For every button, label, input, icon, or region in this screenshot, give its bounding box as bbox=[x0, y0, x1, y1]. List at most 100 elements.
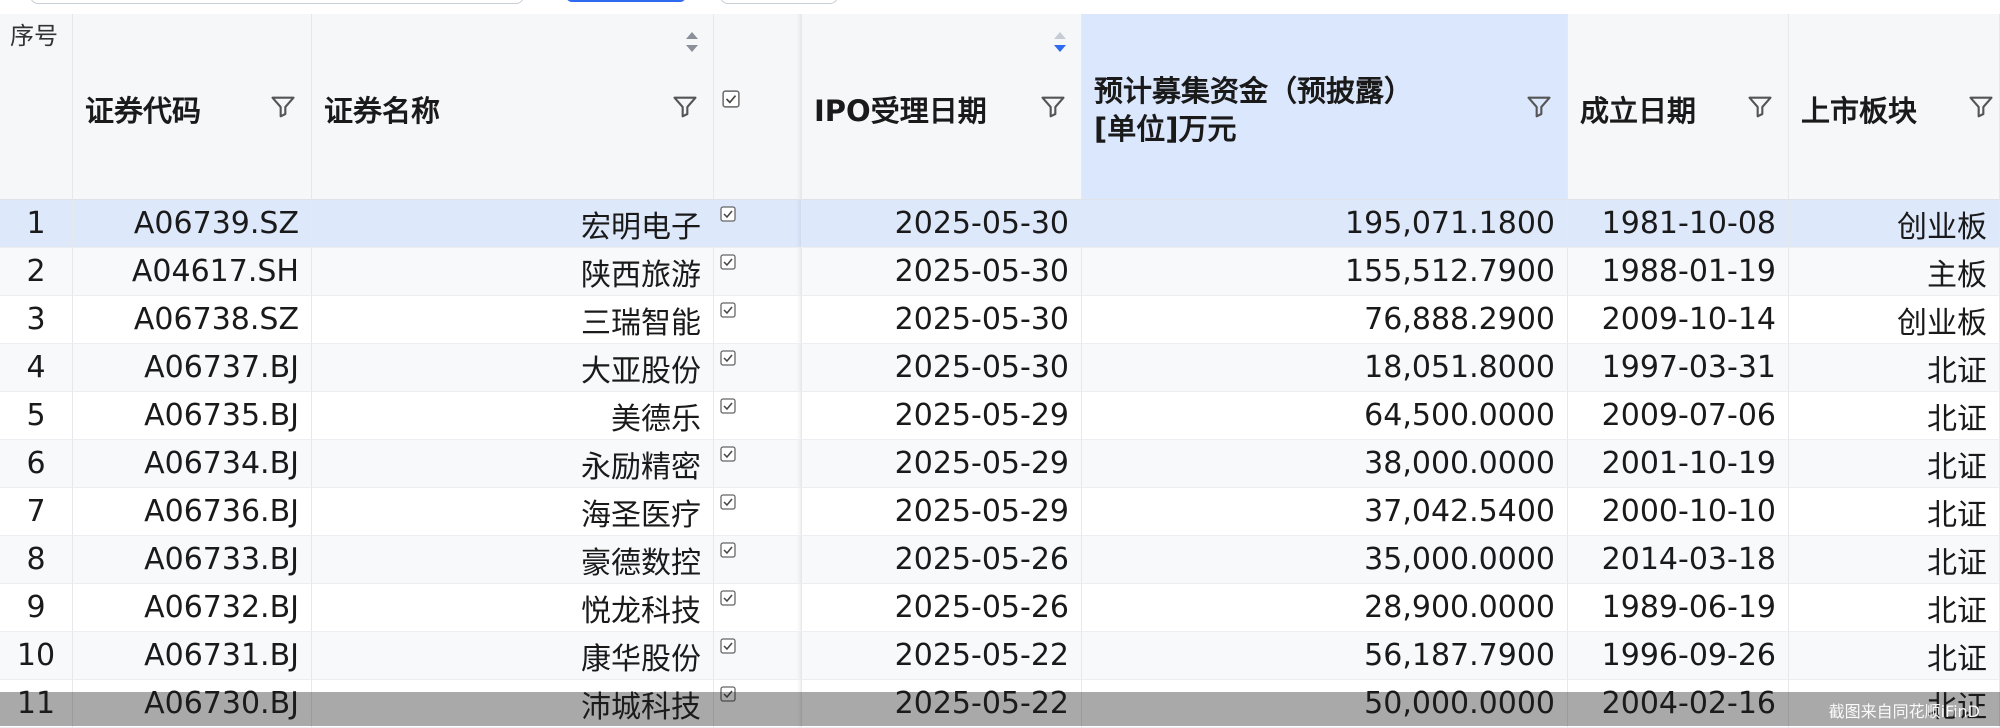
cell-ipo-date[interactable]: 2025-05-29 bbox=[802, 392, 1082, 440]
cell-code[interactable]: A06739.SZ bbox=[73, 200, 312, 248]
cell-ipo-date[interactable]: 2025-05-30 bbox=[802, 248, 1082, 296]
secondary-button-partial[interactable] bbox=[720, 0, 838, 4]
cell-name[interactable]: 三瑞智能 bbox=[312, 296, 714, 344]
cell-funds[interactable]: 37,042.5400 bbox=[1082, 488, 1568, 536]
cell-name[interactable]: 宏明电子 bbox=[312, 200, 714, 248]
cell-name[interactable]: 陕西旅游 bbox=[312, 248, 714, 296]
cell-seq[interactable]: 7 bbox=[0, 488, 73, 536]
cell-seq[interactable]: 3 bbox=[0, 296, 73, 344]
cell-board[interactable]: 主板 bbox=[1789, 248, 2000, 296]
cell-board[interactable]: 北证 bbox=[1789, 488, 2000, 536]
cell-seq[interactable]: 11 bbox=[0, 680, 73, 728]
filter-icon[interactable] bbox=[1525, 93, 1553, 121]
cell-code[interactable]: A06735.BJ bbox=[73, 392, 312, 440]
cell-found-date[interactable]: 1996-09-26 bbox=[1568, 632, 1789, 680]
cell-board[interactable]: 创业板 bbox=[1789, 200, 2000, 248]
cell-found-date[interactable]: 2009-10-14 bbox=[1568, 296, 1789, 344]
cell-seq[interactable]: 2 bbox=[0, 248, 73, 296]
header-funds[interactable]: 预计募集资金（预披露） [单位]万元 bbox=[1082, 14, 1568, 200]
filter-icon[interactable] bbox=[1746, 93, 1774, 121]
cell-checkbox[interactable] bbox=[714, 440, 802, 488]
filter-icon[interactable] bbox=[1967, 93, 1995, 121]
cell-funds[interactable]: 50,000.0000 bbox=[1082, 680, 1568, 728]
cell-found-date[interactable]: 2009-07-06 bbox=[1568, 392, 1789, 440]
checkbox-icon[interactable] bbox=[720, 254, 736, 270]
cell-found-date[interactable]: 2014-03-18 bbox=[1568, 536, 1789, 584]
cell-board[interactable]: 北证 bbox=[1789, 440, 2000, 488]
cell-code[interactable]: A06737.BJ bbox=[73, 344, 312, 392]
cell-found-date[interactable]: 1988-01-19 bbox=[1568, 248, 1789, 296]
header-board[interactable]: 上市板块 bbox=[1789, 14, 2000, 200]
cell-name[interactable]: 悦龙科技 bbox=[312, 584, 714, 632]
cell-found-date[interactable]: 2000-10-10 bbox=[1568, 488, 1789, 536]
cell-code[interactable]: A06732.BJ bbox=[73, 584, 312, 632]
header-seq[interactable]: 序号 bbox=[0, 14, 73, 200]
cell-checkbox[interactable] bbox=[714, 680, 802, 728]
checkbox-icon[interactable] bbox=[722, 90, 740, 108]
cell-code[interactable]: A06730.BJ bbox=[73, 680, 312, 728]
cell-seq[interactable]: 1 bbox=[0, 200, 73, 248]
cell-board[interactable]: 北证 bbox=[1789, 584, 2000, 632]
cell-funds[interactable]: 155,512.7900 bbox=[1082, 248, 1568, 296]
cell-checkbox[interactable] bbox=[714, 200, 802, 248]
cell-seq[interactable]: 8 bbox=[0, 536, 73, 584]
cell-funds[interactable]: 18,051.8000 bbox=[1082, 344, 1568, 392]
cell-seq[interactable]: 6 bbox=[0, 440, 73, 488]
cell-name[interactable]: 海圣医疗 bbox=[312, 488, 714, 536]
cell-checkbox[interactable] bbox=[714, 392, 802, 440]
cell-ipo-date[interactable]: 2025-05-29 bbox=[802, 440, 1082, 488]
cell-board[interactable]: 北证 bbox=[1789, 344, 2000, 392]
cell-funds[interactable]: 35,000.0000 bbox=[1082, 536, 1568, 584]
cell-found-date[interactable]: 1989-06-19 bbox=[1568, 584, 1789, 632]
cell-ipo-date[interactable]: 2025-05-29 bbox=[802, 488, 1082, 536]
search-box-partial[interactable] bbox=[30, 0, 524, 4]
cell-funds[interactable]: 56,187.7900 bbox=[1082, 632, 1568, 680]
cell-found-date[interactable]: 2001-10-19 bbox=[1568, 440, 1789, 488]
cell-seq[interactable]: 10 bbox=[0, 632, 73, 680]
cell-name[interactable]: 康华股份 bbox=[312, 632, 714, 680]
cell-name[interactable]: 沛城科技 bbox=[312, 680, 714, 728]
cell-board[interactable]: 北证 bbox=[1789, 392, 2000, 440]
checkbox-icon[interactable] bbox=[720, 686, 736, 702]
cell-seq[interactable]: 5 bbox=[0, 392, 73, 440]
filter-icon[interactable] bbox=[671, 93, 699, 121]
checkbox-icon[interactable] bbox=[720, 350, 736, 366]
primary-button-partial[interactable] bbox=[566, 0, 686, 2]
cell-funds[interactable]: 28,900.0000 bbox=[1082, 584, 1568, 632]
filter-icon[interactable] bbox=[1039, 93, 1067, 121]
checkbox-icon[interactable] bbox=[720, 590, 736, 606]
sort-desc-icon[interactable] bbox=[1051, 28, 1069, 56]
cell-checkbox[interactable] bbox=[714, 488, 802, 536]
header-code[interactable]: 证券代码 bbox=[73, 14, 312, 200]
cell-found-date[interactable]: 1981-10-08 bbox=[1568, 200, 1789, 248]
cell-board[interactable]: 北证 bbox=[1789, 536, 2000, 584]
cell-name[interactable]: 豪德数控 bbox=[312, 536, 714, 584]
checkbox-icon[interactable] bbox=[720, 302, 736, 318]
cell-funds[interactable]: 38,000.0000 bbox=[1082, 440, 1568, 488]
cell-found-date[interactable]: 2004-02-16 bbox=[1568, 680, 1789, 728]
header-checkbox-col[interactable] bbox=[714, 14, 802, 200]
cell-checkbox[interactable] bbox=[714, 632, 802, 680]
header-name[interactable]: 证券名称 bbox=[312, 14, 714, 200]
header-found-date[interactable]: 成立日期 bbox=[1568, 14, 1789, 200]
checkbox-icon[interactable] bbox=[720, 446, 736, 462]
checkbox-icon[interactable] bbox=[720, 398, 736, 414]
cell-ipo-date[interactable]: 2025-05-30 bbox=[802, 200, 1082, 248]
cell-checkbox[interactable] bbox=[714, 536, 802, 584]
filter-icon[interactable] bbox=[269, 93, 297, 121]
cell-ipo-date[interactable]: 2025-05-30 bbox=[802, 296, 1082, 344]
cell-ipo-date[interactable]: 2025-05-26 bbox=[802, 536, 1082, 584]
cell-funds[interactable]: 64,500.0000 bbox=[1082, 392, 1568, 440]
sort-icon[interactable] bbox=[683, 28, 701, 56]
cell-name[interactable]: 美德乐 bbox=[312, 392, 714, 440]
checkbox-icon[interactable] bbox=[720, 542, 736, 558]
header-ipo-date[interactable]: IPO受理日期 bbox=[802, 14, 1082, 200]
cell-ipo-date[interactable]: 2025-05-26 bbox=[802, 584, 1082, 632]
cell-code[interactable]: A06733.BJ bbox=[73, 536, 312, 584]
cell-code[interactable]: A06734.BJ bbox=[73, 440, 312, 488]
cell-ipo-date[interactable]: 2025-05-22 bbox=[802, 680, 1082, 728]
cell-ipo-date[interactable]: 2025-05-22 bbox=[802, 632, 1082, 680]
cell-checkbox[interactable] bbox=[714, 584, 802, 632]
cell-code[interactable]: A06731.BJ bbox=[73, 632, 312, 680]
cell-code[interactable]: A06738.SZ bbox=[73, 296, 312, 344]
